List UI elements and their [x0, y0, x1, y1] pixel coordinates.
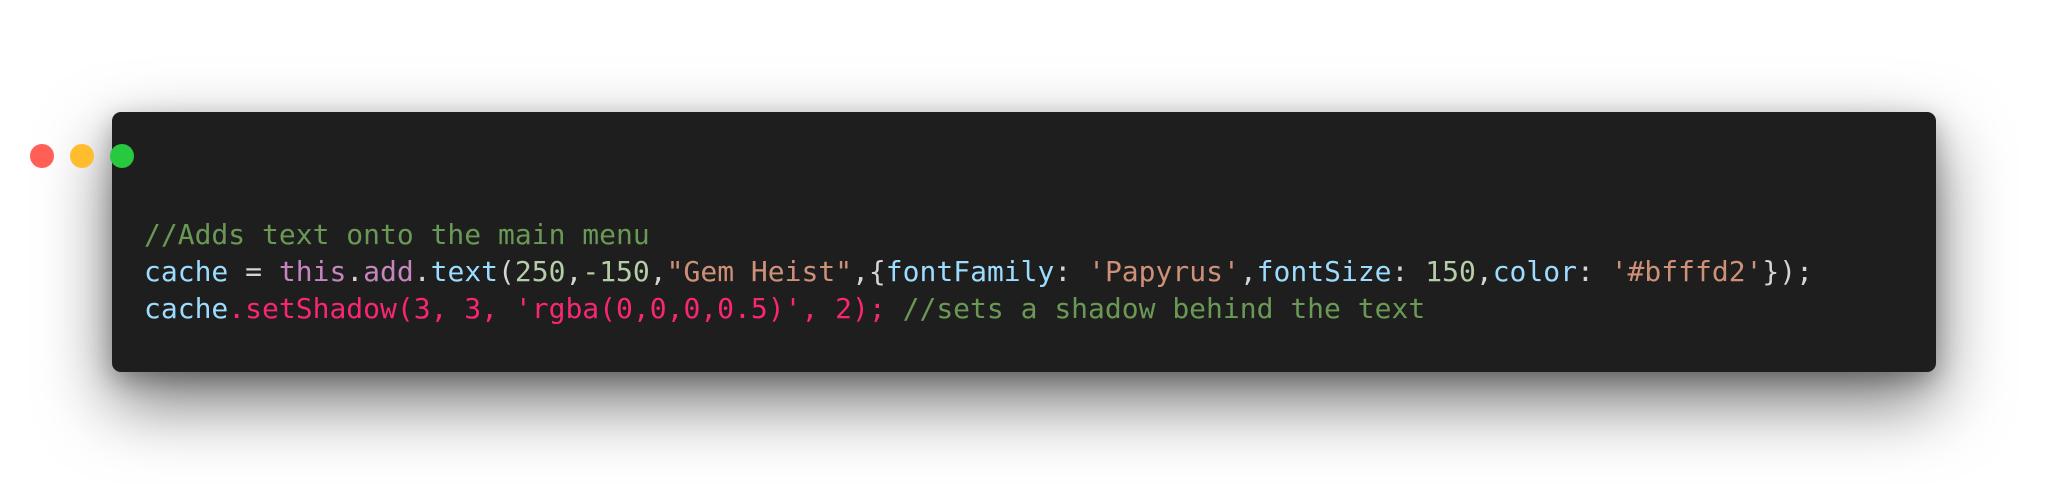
code-token: fontSize: [1256, 255, 1392, 288]
code-block: //Adds text onto the main menu cache = th…: [144, 216, 1813, 327]
code-token: text: [430, 255, 499, 288]
maximize-dot-icon[interactable]: [110, 144, 134, 168]
code-token: color: [1492, 255, 1577, 288]
code-line-3: cache.setShadow(3, 3, 'rgba(0,0,0,0.5)',…: [144, 290, 1813, 327]
code-token: 'Papyrus': [1088, 255, 1240, 288]
code-token: ,: [565, 255, 583, 288]
code-token: cache: [144, 255, 229, 288]
canvas: //Adds text onto the main menu cache = th…: [0, 0, 2048, 484]
window-controls: [30, 144, 134, 168]
code-token: '#bfffd2': [1610, 255, 1763, 288]
code-token: (: [498, 255, 515, 288]
code-token: //Adds text onto the main menu: [144, 218, 650, 251]
code-token: add: [363, 255, 414, 288]
code-token: "Gem Heist": [666, 255, 853, 288]
code-token: ,: [1475, 255, 1493, 288]
close-dot-icon[interactable]: [30, 144, 54, 168]
code-token: .: [346, 255, 364, 288]
code-token: -150: [582, 255, 650, 288]
code-token: });: [1762, 255, 1813, 288]
code-token: fontFamily: [885, 255, 1055, 288]
code-token: :: [1576, 255, 1611, 288]
code-token: ,: [1239, 255, 1257, 288]
code-token: ,{: [852, 255, 886, 288]
code-token: =: [228, 255, 279, 288]
code-line-2: cache = this.add.text(250,-150,"Gem Heis…: [144, 253, 1813, 290]
code-token: this: [278, 255, 347, 288]
minimize-dot-icon[interactable]: [70, 144, 94, 168]
code-token: .: [413, 255, 431, 288]
code-token: 150: [1425, 255, 1476, 288]
code-token: :: [1391, 255, 1426, 288]
code-token: .setShadow(3, 3, 'rgba(0,0,0,0.5)', 2);: [228, 292, 886, 325]
code-token: cache: [144, 292, 229, 325]
code-token: 250: [514, 255, 566, 288]
code-token: :: [1054, 255, 1089, 288]
code-token: //sets a shadow behind the text: [885, 292, 1426, 325]
code-token: ,: [649, 255, 667, 288]
code-line-1: //Adds text onto the main menu: [144, 216, 1813, 253]
